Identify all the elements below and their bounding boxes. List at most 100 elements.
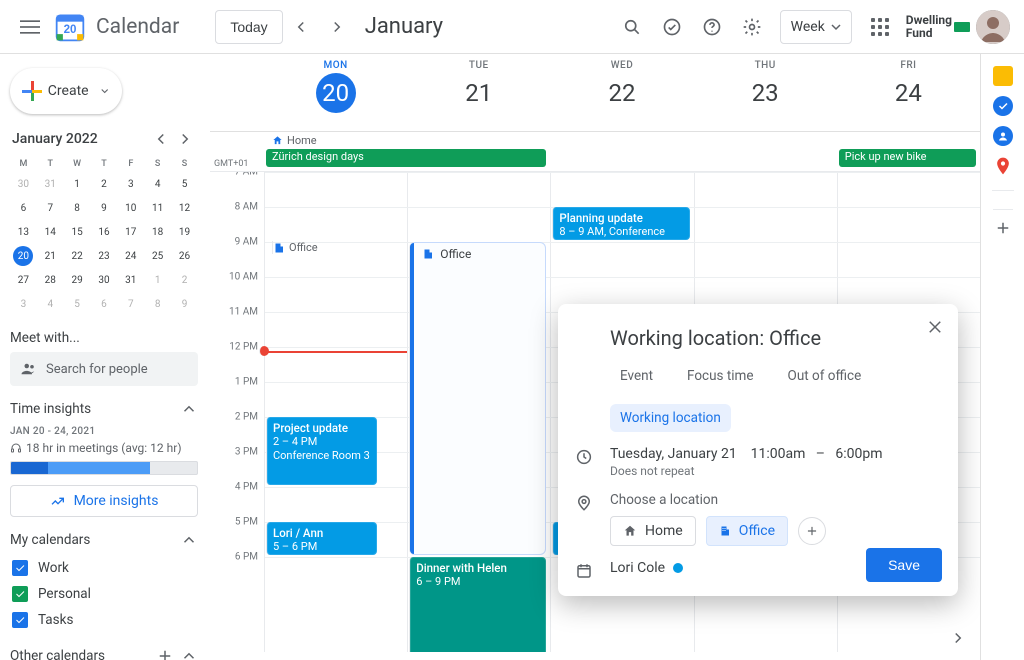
calendar-event[interactable]: Dinner with Helen6 – 9 PM bbox=[409, 557, 546, 652]
minical-day[interactable]: 17 bbox=[117, 220, 144, 244]
repeat-line[interactable]: Does not repeat bbox=[610, 464, 940, 478]
account-avatar[interactable] bbox=[976, 10, 1010, 44]
more-insights-button[interactable]: More insights bbox=[10, 485, 198, 517]
my-calendars-toggle[interactable]: My calendars bbox=[10, 531, 198, 549]
day-header[interactable]: THU23 bbox=[694, 54, 837, 131]
minical-day[interactable]: 4 bbox=[144, 172, 171, 196]
minical-prev[interactable] bbox=[150, 128, 172, 150]
minical-day[interactable]: 5 bbox=[171, 172, 198, 196]
day-header[interactable]: FRI24 bbox=[837, 54, 980, 131]
today-button[interactable]: Today bbox=[215, 10, 282, 44]
day-header[interactable]: WED22 bbox=[550, 54, 693, 131]
search-button[interactable] bbox=[612, 7, 652, 47]
minical-day[interactable]: 1 bbox=[64, 172, 91, 196]
minical-day[interactable]: 3 bbox=[10, 292, 37, 316]
calendar-owner[interactable]: Lori Cole bbox=[610, 560, 665, 576]
calendar-event[interactable]: Lori / Ann5 – 6 PM bbox=[266, 522, 377, 555]
working-location-chip[interactable]: Home bbox=[268, 132, 408, 148]
minical-day[interactable]: 21 bbox=[37, 244, 64, 268]
calendar-item[interactable]: Tasks bbox=[10, 607, 198, 633]
minical-day[interactable]: 14 bbox=[37, 220, 64, 244]
minical-day[interactable]: 6 bbox=[10, 196, 37, 220]
allday-event[interactable]: Zürich design days bbox=[266, 149, 546, 167]
plus-icon[interactable] bbox=[156, 647, 174, 660]
minical-day[interactable]: 8 bbox=[64, 196, 91, 220]
checkbox-icon[interactable] bbox=[12, 586, 28, 602]
minical-day[interactable]: 2 bbox=[91, 172, 118, 196]
popover-tab[interactable]: Focus time bbox=[677, 362, 764, 390]
minical-day[interactable]: 7 bbox=[117, 292, 144, 316]
minical-day[interactable]: 11 bbox=[144, 196, 171, 220]
search-people-input[interactable]: Search for people bbox=[10, 352, 198, 386]
allday-event[interactable]: Pick up new bike bbox=[839, 149, 976, 167]
day-header[interactable]: TUE21 bbox=[407, 54, 550, 131]
save-button[interactable]: Save bbox=[866, 548, 942, 582]
minical-day[interactable]: 28 bbox=[37, 268, 64, 292]
minical-day[interactable]: 13 bbox=[10, 220, 37, 244]
checkbox-icon[interactable] bbox=[12, 612, 28, 628]
main-menu-button[interactable] bbox=[8, 5, 52, 49]
minical-day[interactable]: 25 bbox=[144, 244, 171, 268]
minical-day[interactable]: 5 bbox=[64, 292, 91, 316]
maps-app-icon[interactable] bbox=[993, 156, 1013, 176]
tasks-header-button[interactable] bbox=[652, 7, 692, 47]
contacts-app-icon[interactable] bbox=[993, 126, 1013, 146]
checkbox-icon[interactable] bbox=[12, 560, 28, 576]
draft-event[interactable]: Office bbox=[409, 242, 546, 555]
minical-day[interactable]: 23 bbox=[91, 244, 118, 268]
google-apps-button[interactable] bbox=[860, 7, 900, 47]
day-header[interactable]: MON20 bbox=[264, 54, 407, 131]
time-line[interactable]: Tuesday, January 21 11:00am – 6:00pm bbox=[610, 446, 940, 462]
calendar-item[interactable]: Work bbox=[10, 555, 198, 581]
minical-day[interactable]: 19 bbox=[171, 220, 198, 244]
minical-day[interactable]: 3 bbox=[117, 172, 144, 196]
minical-day[interactable]: 30 bbox=[91, 268, 118, 292]
minical-next[interactable] bbox=[174, 128, 196, 150]
popover-tab[interactable]: Out of office bbox=[778, 362, 872, 390]
add-location-button[interactable] bbox=[798, 517, 826, 545]
calendar-event[interactable]: Planning update8 – 9 AM, Conference room bbox=[552, 207, 689, 240]
minical-day[interactable]: 7 bbox=[37, 196, 64, 220]
minical-day[interactable]: 24 bbox=[117, 244, 144, 268]
minical-day[interactable]: 26 bbox=[171, 244, 198, 268]
help-button[interactable] bbox=[692, 7, 732, 47]
settings-button[interactable] bbox=[732, 7, 772, 47]
location-chip-office[interactable]: Office bbox=[706, 516, 788, 546]
time-insights-toggle[interactable]: Time insights bbox=[10, 400, 198, 418]
popover-tab[interactable]: Event bbox=[610, 362, 663, 390]
other-calendars-toggle[interactable]: Other calendars bbox=[10, 647, 198, 660]
calendar-item[interactable]: Personal bbox=[10, 581, 198, 607]
show-sidepanel-button[interactable] bbox=[944, 624, 972, 652]
mini-calendar[interactable]: MTWTFSS303112345678910111213141516171819… bbox=[10, 156, 198, 316]
close-button[interactable] bbox=[920, 312, 950, 342]
next-period-button[interactable] bbox=[319, 9, 355, 45]
minical-day[interactable]: 4 bbox=[37, 292, 64, 316]
create-button[interactable]: Create bbox=[10, 68, 122, 114]
minical-day[interactable]: 31 bbox=[37, 172, 64, 196]
minical-day[interactable]: 15 bbox=[64, 220, 91, 244]
minical-day[interactable]: 29 bbox=[64, 268, 91, 292]
minical-day[interactable]: 20 bbox=[10, 244, 37, 268]
minical-day[interactable]: 9 bbox=[91, 196, 118, 220]
minical-day[interactable]: 9 bbox=[171, 292, 198, 316]
view-switcher[interactable]: Week bbox=[780, 10, 852, 44]
popover-tab[interactable]: Working location bbox=[610, 404, 731, 432]
minical-day[interactable]: 27 bbox=[10, 268, 37, 292]
prev-period-button[interactable] bbox=[283, 9, 319, 45]
minical-day[interactable]: 8 bbox=[144, 292, 171, 316]
keep-app-icon[interactable] bbox=[993, 66, 1013, 86]
working-location-marker[interactable]: Office bbox=[272, 241, 318, 254]
minical-day[interactable]: 22 bbox=[64, 244, 91, 268]
calendar-event[interactable]: Project update2 – 4 PMConference Room 3 bbox=[266, 417, 377, 485]
minical-day[interactable]: 2 bbox=[171, 268, 198, 292]
tasks-app-icon[interactable] bbox=[993, 96, 1013, 116]
location-chip-home[interactable]: Home bbox=[610, 516, 696, 546]
minical-day[interactable]: 18 bbox=[144, 220, 171, 244]
minical-day[interactable]: 31 bbox=[117, 268, 144, 292]
minical-day[interactable]: 12 bbox=[171, 196, 198, 220]
get-addons-button[interactable] bbox=[993, 209, 1013, 229]
minical-day[interactable]: 16 bbox=[91, 220, 118, 244]
minical-day[interactable]: 1 bbox=[144, 268, 171, 292]
minical-day[interactable]: 10 bbox=[117, 196, 144, 220]
minical-day[interactable]: 30 bbox=[10, 172, 37, 196]
